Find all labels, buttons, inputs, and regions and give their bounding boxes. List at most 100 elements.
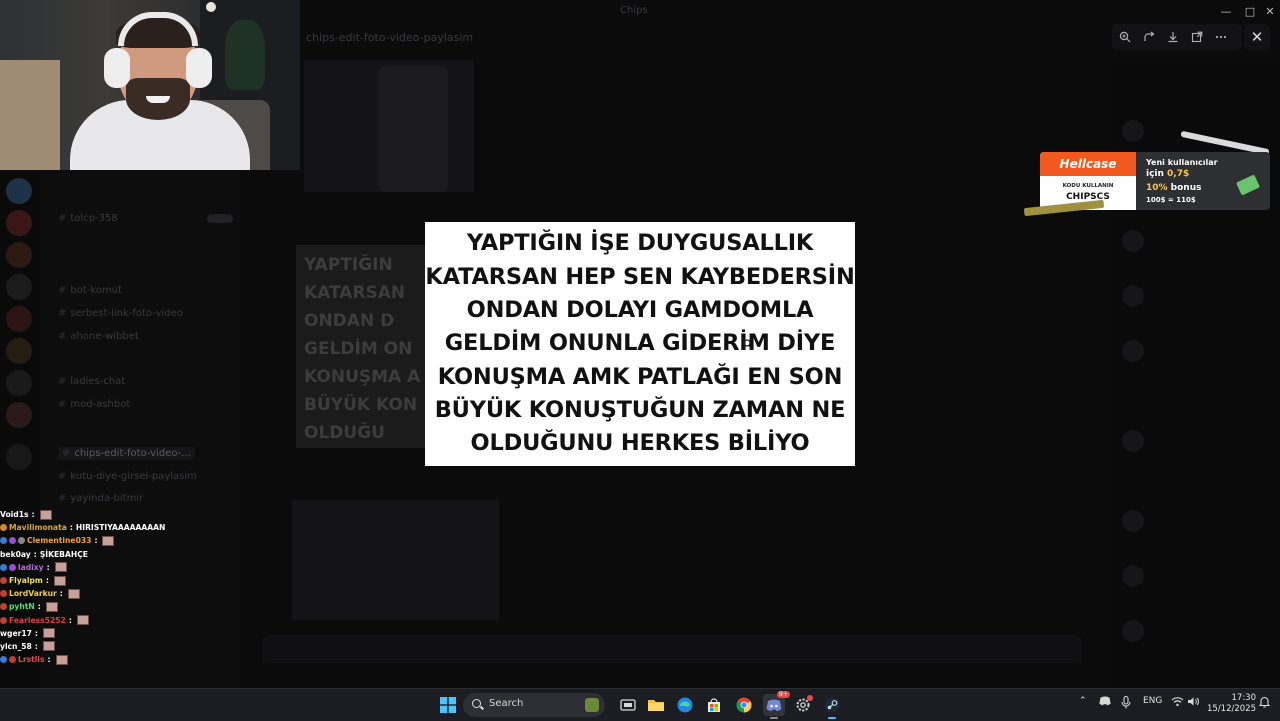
emote-icon: [102, 535, 115, 546]
server-icon[interactable]: [6, 370, 32, 396]
chat-message: Clementine033:: [0, 534, 170, 547]
windows-start-icon[interactable]: [437, 694, 459, 716]
chat-message: bek0ay: ŞİKEBAHÇE: [0, 549, 88, 559]
member-avatar[interactable]: [1122, 620, 1144, 642]
server-icon[interactable]: [6, 444, 32, 470]
member-avatar[interactable]: [1122, 230, 1144, 252]
chat-message: pyhtN:: [0, 600, 170, 613]
window-close-button[interactable]: ✕: [1258, 2, 1280, 20]
webcam-feed: [0, 0, 300, 170]
language-indicator[interactable]: ENG: [1143, 696, 1162, 706]
system-clock[interactable]: 17:30 15/12/2025: [1204, 693, 1256, 715]
viewed-image[interactable]: YAPTIĞIN İŞE DUYGUSALLIK KATARSAN HEP SE…: [425, 222, 855, 466]
close-viewer-button[interactable]: ✕: [1244, 24, 1270, 50]
hash-icon: #: [58, 376, 67, 387]
notification-bell-icon[interactable]: [1258, 696, 1271, 711]
member-avatar[interactable]: [1122, 565, 1144, 587]
message-image[interactable]: [292, 500, 499, 620]
taskbar: Search 9+ ⌃ ENG 17:30 15/12/2025: [0, 688, 1280, 721]
badge-icon: [9, 537, 16, 545]
server-icon[interactable]: [6, 210, 32, 236]
channel-item[interactable]: # bot-komut: [58, 285, 122, 296]
chat-message: ladixy:: [0, 561, 170, 574]
chat-message: Lrstlis:: [0, 653, 170, 666]
download-icon[interactable]: [1163, 28, 1183, 46]
chevron-up-icon[interactable]: ⌃: [1079, 696, 1087, 706]
steam-icon[interactable]: [821, 694, 843, 716]
server-icon[interactable]: [6, 274, 32, 300]
emote-icon: [42, 628, 55, 639]
member-avatar[interactable]: [1122, 285, 1144, 307]
minimize-button[interactable]: —: [1214, 2, 1238, 20]
member-avatar[interactable]: [1122, 120, 1144, 142]
microphone-icon[interactable]: [1121, 695, 1131, 712]
badge-icon: [9, 563, 16, 571]
hash-icon: #: [58, 213, 67, 224]
server-icon[interactable]: [6, 402, 32, 428]
badge-icon: [0, 577, 7, 585]
quote-line: KONUŞMA AMK PATLAĞI EN SON: [437, 363, 843, 390]
file-explorer-icon[interactable]: [645, 694, 667, 716]
chat-message: Flyalpm:: [0, 574, 170, 587]
window-title: Chips: [620, 5, 648, 16]
discord-icon[interactable]: 9+: [763, 691, 790, 716]
hellcase-logo: Hellcase: [1059, 157, 1117, 171]
badge-icon: [0, 537, 7, 545]
member-avatar[interactable]: [1122, 340, 1144, 362]
badge-icon: [0, 524, 7, 532]
quote-line: KATARSAN HEP SEN KAYBEDERSİN: [425, 263, 855, 290]
badge-icon: [0, 616, 7, 624]
channel-item[interactable]: # ahone-wibbet: [58, 331, 139, 342]
hash-icon: #: [58, 308, 67, 319]
taskbar-search[interactable]: Search: [463, 693, 605, 717]
channel-item[interactable]: # yayinda-bitmir: [58, 493, 143, 504]
chat-message: wger17:: [0, 627, 170, 640]
channel-item[interactable]: # ladies-chat: [58, 376, 125, 387]
cash-icon: [1235, 174, 1261, 196]
edge-browser-icon[interactable]: [674, 694, 696, 716]
clock-date: 15/12/2025: [1207, 704, 1256, 714]
hash-icon: #: [58, 471, 67, 482]
channel-item[interactable]: # mod-ashbot: [58, 399, 130, 410]
discord-tray-icon[interactable]: [1099, 696, 1111, 709]
emote-icon: [39, 509, 52, 520]
hash-icon: #: [62, 448, 71, 459]
hash-icon: #: [58, 285, 67, 296]
channel-header: chips-edit-foto-video-paylasim: [306, 31, 474, 44]
volume-icon[interactable]: [1187, 696, 1200, 710]
open-external-icon[interactable]: [1187, 28, 1207, 46]
more-icon[interactable]: [1211, 28, 1231, 46]
clock-time: 17:30: [1231, 693, 1257, 703]
settings-icon[interactable]: [792, 694, 814, 716]
emote-icon: [67, 588, 80, 599]
chat-message: LordVarkur:: [0, 587, 170, 600]
emote-icon: [55, 654, 68, 665]
quote-line: BÜYÜK KONUŞTUĞUN ZAMAN NE: [434, 396, 846, 423]
member-avatar[interactable]: [1122, 430, 1144, 452]
message-image-preview[interactable]: YAPTIĞIN KATARSAN ONDAN D GELDİM ON KONU…: [296, 245, 430, 448]
notification-dot: [807, 695, 813, 701]
server-icon[interactable]: [6, 178, 32, 204]
channel-item-active[interactable]: # chips-edit-foto-video-...: [58, 447, 195, 460]
server-icon[interactable]: [6, 306, 32, 332]
rotate-icon[interactable]: [1139, 28, 1159, 46]
message-input[interactable]: [262, 635, 1082, 663]
badge-icon: [9, 656, 16, 664]
chrome-icon[interactable]: [733, 694, 755, 716]
channel-item[interactable]: # serbest-link-foto-video: [58, 308, 183, 319]
channel-item[interactable]: # tolcp-358: [58, 213, 118, 224]
wifi-icon[interactable]: [1171, 696, 1184, 710]
zoom-in-icon[interactable]: [1115, 28, 1135, 46]
channel-item[interactable]: # kutu-diye-girsel-paylasim: [58, 471, 197, 482]
emote-icon: [76, 615, 89, 626]
task-view-icon[interactable]: [617, 694, 639, 716]
store-icon[interactable]: [703, 694, 725, 716]
badge-icon: [0, 590, 7, 598]
stream-chat: Void1s: Mavilimonata: HIRISTIYAAAAAAAAN C…: [0, 508, 170, 666]
server-icon[interactable]: [6, 338, 32, 364]
member-avatar[interactable]: [1122, 510, 1144, 532]
hash-icon: #: [58, 399, 67, 410]
server-icon[interactable]: [6, 242, 32, 268]
badge-icon: [0, 563, 7, 571]
chat-message: ylcn_58:: [0, 640, 170, 653]
